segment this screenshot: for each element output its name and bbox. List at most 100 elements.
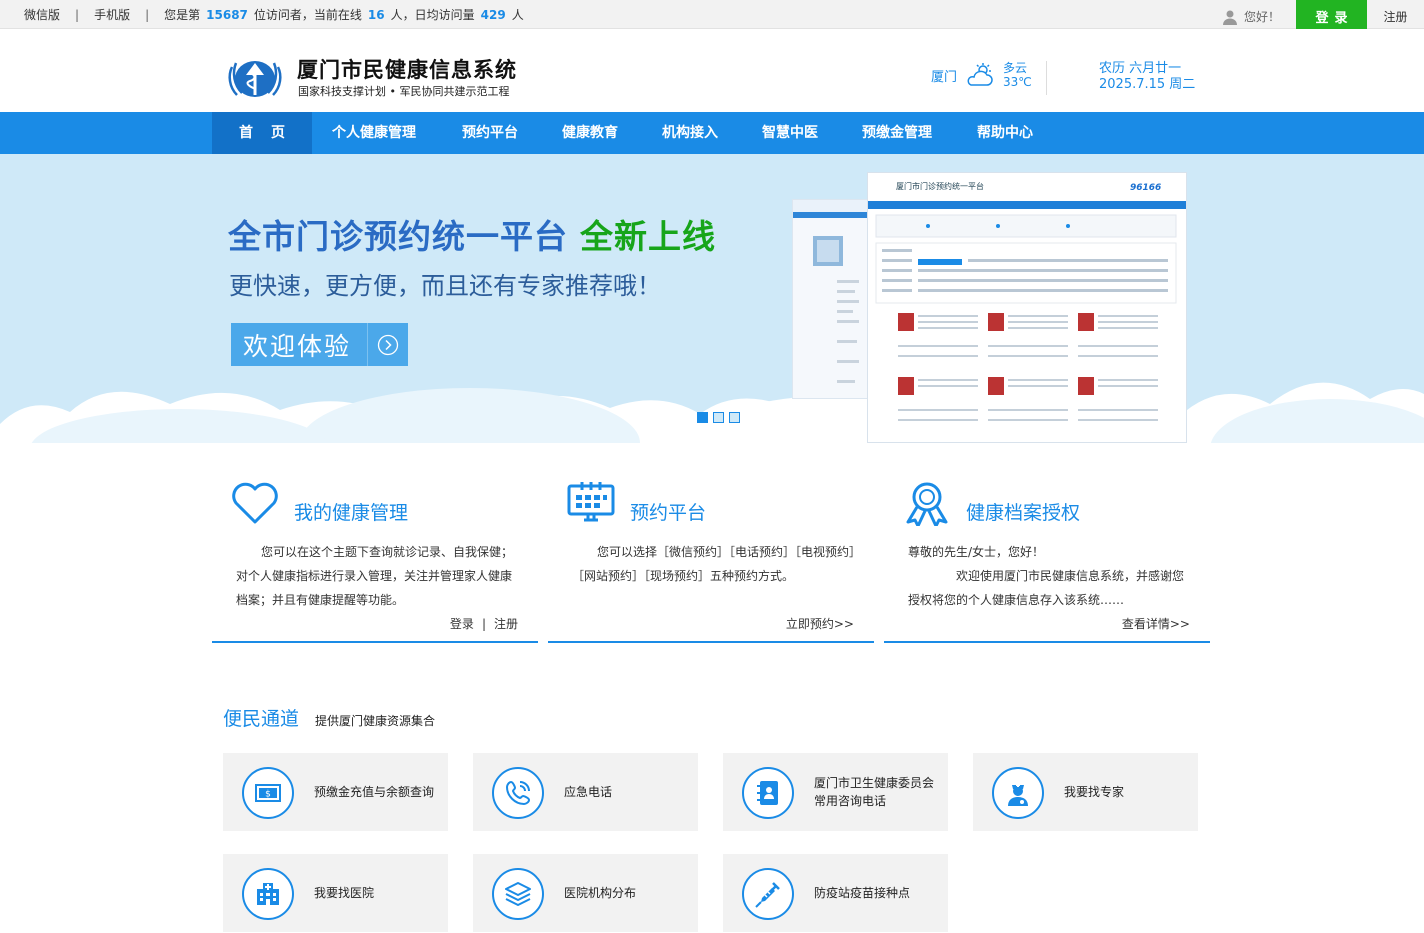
site-header: 厦门市民健康信息系统 国家科技支撑计划 • 军民协同共建示范工程 厦门 多云 3… <box>0 29 1424 112</box>
award-ribbon-icon <box>906 482 948 526</box>
cloud-background <box>0 382 1424 443</box>
layers-icon <box>492 868 544 920</box>
weather-city: 厦门 <box>931 69 958 85</box>
tile-vaccination-points[interactable]: 防疫站疫苗接种点 <box>723 854 948 932</box>
weather-info: 多云 33℃ <box>1003 61 1032 89</box>
card-body: 您可以选择［微信预约］［电话预约］［电视预约］ ［网站预约］［现场预约］五种预约… <box>572 540 862 588</box>
nav-health-education[interactable]: 健康教育 <box>562 112 618 154</box>
nav-help-center[interactable]: 帮助中心 <box>977 112 1033 154</box>
card-links: 登录 | 注册 <box>450 615 518 632</box>
tile-label: 防疫站疫苗接种点 <box>814 886 911 900</box>
divider: | <box>145 7 150 22</box>
weather-temperature: 33℃ <box>1003 75 1032 89</box>
visitor-prefix: 您是第 <box>164 8 201 22</box>
banner-headline-blue: 全市门诊预约统一平台 <box>228 217 568 256</box>
calendar-monitor-icon <box>567 482 615 522</box>
visitor-mid: 位访问者，当前在线 <box>253 8 362 22</box>
lunar-date: 农历 六月廿一 <box>1099 61 1182 76</box>
preview-content <box>875 214 1177 421</box>
tile-prepayment[interactable]: $ 预缴金充值与余额查询 <box>223 753 448 831</box>
welcome-try-button[interactable]: 欢迎体验 <box>231 323 408 366</box>
card-health-management: 我的健康管理 您可以在这个主题下查询就诊记录、自我保健； 对个人健康指标进行录入… <box>212 474 538 643</box>
carousel-dot-2[interactable] <box>713 412 724 423</box>
arrow-right-icon <box>367 323 408 366</box>
carousel-dot-1[interactable] <box>697 412 708 423</box>
doctor-icon <box>992 767 1044 819</box>
tile-find-expert[interactable]: 我要找专家 <box>973 753 1198 831</box>
money-icon: $ <box>242 767 294 819</box>
welcome-try-label: 欢迎体验 <box>243 331 352 361</box>
card-register-link[interactable]: 注册 <box>494 617 518 631</box>
site-subtitle: 国家科技支撑计划 • 军民协同共建示范工程 <box>298 85 510 98</box>
screenshot-preview-back <box>792 199 878 399</box>
book-now-link[interactable]: 立即预约>> <box>786 615 854 632</box>
card-body: 您可以在这个主题下查询就诊记录、自我保健； 对个人健康指标进行录入管理，关注并管… <box>236 540 526 612</box>
card-body: 尊敬的先生/女士，您好！ 欢迎使用厦门市民健康信息系统，并感谢您 授权将您的个人… <box>908 540 1198 612</box>
weather-widget: 厦门 多云 33℃ <box>931 61 1032 89</box>
cloud-icon <box>967 63 993 86</box>
card-login-link[interactable]: 登录 <box>450 617 474 631</box>
tile-label: 厦门市卫生健康委员会常用咨询电话 <box>814 776 935 808</box>
hospital-icon <box>242 868 294 920</box>
nav-home[interactable]: 首页 <box>212 112 312 154</box>
nav-personal-health[interactable]: 个人健康管理 <box>332 112 416 154</box>
card-appointment: 预约平台 您可以选择［微信预约］［电话预约］［电视预约］ ［网站预约］［现场预约… <box>548 474 874 643</box>
card-line: 对个人健康指标进行录入管理，关注并管理家人健康 <box>236 569 513 583</box>
daily-suffix: 人 <box>511 8 524 22</box>
preview-phone: 96166 <box>1130 183 1162 193</box>
top-bar: 微信版 | 手机版 | 您是第 15687 位访问者，当前在线 16 人，日均访… <box>0 0 1424 33</box>
tile-label: 我要找专家 <box>1064 785 1125 799</box>
card-title: 预约平台 <box>630 502 707 524</box>
contact-book-icon <box>742 767 794 819</box>
site-logo[interactable] <box>226 53 284 103</box>
nav-prepayment[interactable]: 预缴金管理 <box>862 112 932 154</box>
solar-date: 2025.7.15 周二 <box>1099 77 1196 92</box>
card-title: 我的健康管理 <box>294 502 409 524</box>
card-health-record-authorization: 健康档案授权 尊敬的先生/女士，您好！ 欢迎使用厦门市民健康信息系统，并感谢您 … <box>884 474 1210 643</box>
site-title: 厦门市民健康信息系统 <box>297 58 517 82</box>
card-line: ［网站预约］［现场预约］五种预约方式。 <box>572 569 795 583</box>
wechat-version-link[interactable]: 微信版 <box>24 6 60 23</box>
card-line: 您可以选择［微信预约］［电话预约］［电视预约］ <box>597 545 862 559</box>
tile-hospital-distribution[interactable]: 医院机构分布 <box>473 854 698 932</box>
banner-subline: 更快速，更方便，而且还有专家推荐哦！ <box>229 272 661 300</box>
carousel-dot-3[interactable] <box>729 412 740 423</box>
tile-emergency-phone[interactable]: 应急电话 <box>473 753 698 831</box>
card-title: 健康档案授权 <box>966 502 1081 524</box>
preview-title: 厦门市门诊预约统一平台 <box>896 182 984 191</box>
tile-label: 预缴金充值与余额查询 <box>314 785 435 799</box>
weather-condition: 多云 <box>1003 61 1028 75</box>
card-line: 尊敬的先生/女士，您好！ <box>908 545 1045 559</box>
divider: | <box>75 7 80 22</box>
tile-find-hospital[interactable]: 我要找医院 <box>223 854 448 932</box>
tile-label: 我要找医院 <box>314 886 375 900</box>
tile-label: 应急电话 <box>564 785 613 799</box>
nav-institution-access[interactable]: 机构接入 <box>662 112 718 154</box>
card-line: 欢迎使用厦门市民健康信息系统，并感谢您 <box>956 569 1185 583</box>
main-nav: 首页 个人健康管理 预约平台 健康教育 机构接入 智慧中医 预缴金管理 帮助中心 <box>0 112 1424 154</box>
hero-banner[interactable]: 全市门诊预约统一平台 全新上线 更快速，更方便，而且还有专家推荐哦！ 欢迎体验 厦… <box>0 154 1424 443</box>
banner-headline-green: 全新上线 <box>580 217 716 256</box>
online-count: 16 <box>367 7 385 22</box>
register-link[interactable]: 注册 <box>1367 8 1424 25</box>
syringe-icon <box>742 868 794 920</box>
view-details-link[interactable]: 查看详情>> <box>1122 615 1190 632</box>
screenshot-preview-front: 厦门市门诊预约统一平台 96166 <box>867 172 1187 443</box>
tile-label: 医院机构分布 <box>564 886 637 900</box>
banner-headline: 全市门诊预约统一平台 全新上线 <box>228 210 716 258</box>
tile-health-commission-phone[interactable]: 厦门市卫生健康委员会常用咨询电话 <box>723 753 948 831</box>
daily-count: 429 <box>480 7 506 22</box>
phone-icon <box>492 767 544 819</box>
divider: | <box>481 617 486 631</box>
preview-nav <box>868 201 1186 209</box>
mobile-version-link[interactable]: 手机版 <box>94 6 130 23</box>
header-divider <box>1046 61 1047 95</box>
daily-prefix: 人，日均访问量 <box>390 8 475 22</box>
date-widget: 农历 六月廿一 2025.7.15 周二 <box>1099 61 1195 93</box>
visitor-number: 15687 <box>206 7 248 22</box>
carousel-dots <box>697 412 740 423</box>
nav-appointment[interactable]: 预约平台 <box>462 112 518 154</box>
heart-icon <box>232 482 278 524</box>
card-line: 您可以在这个主题下查询就诊记录、自我保健； <box>261 545 514 559</box>
nav-smart-tcm[interactable]: 智慧中医 <box>762 112 818 154</box>
